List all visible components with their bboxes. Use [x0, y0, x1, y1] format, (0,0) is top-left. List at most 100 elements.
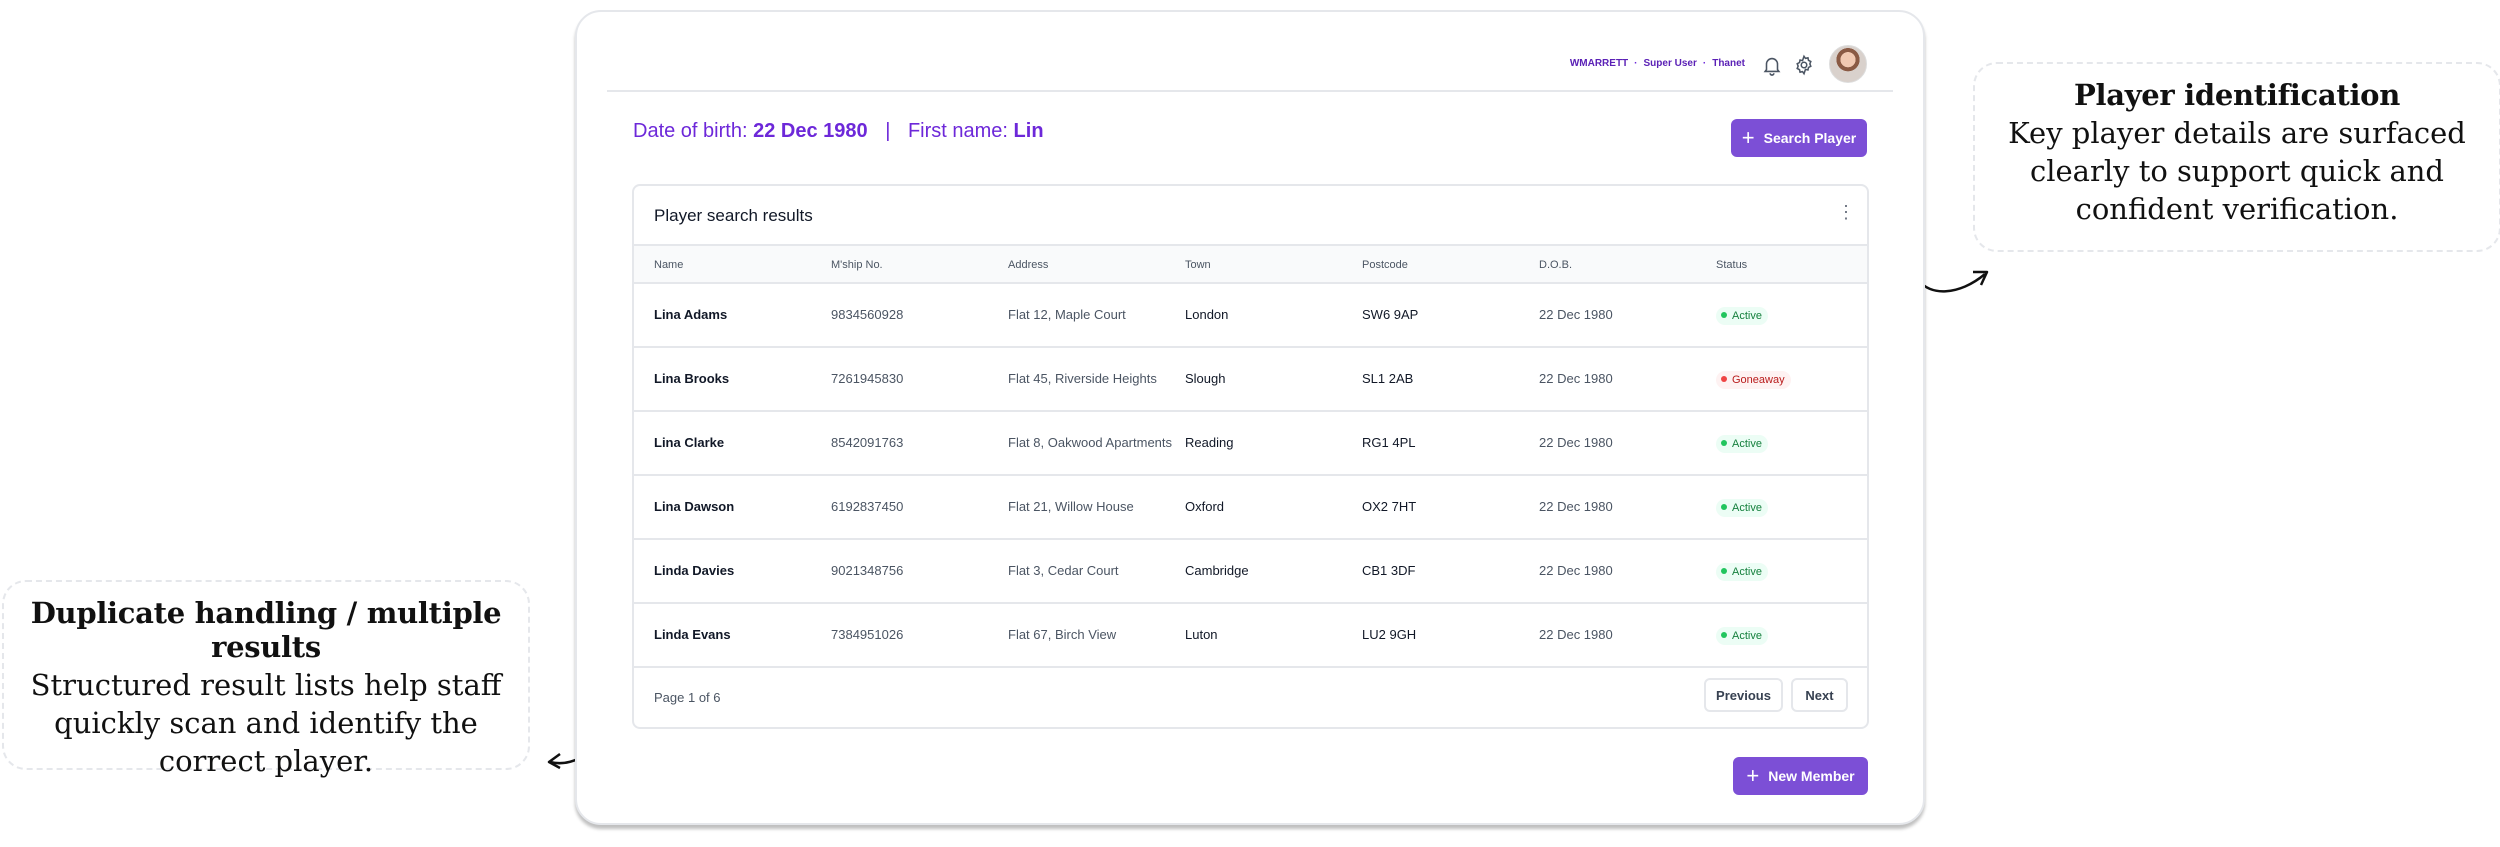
user-site: Thanet	[1712, 58, 1745, 69]
cell-status: Active	[1716, 476, 1768, 538]
status-badge: Active	[1716, 306, 1768, 325]
cell-name: Linda Evans	[654, 627, 731, 642]
plus-icon: +	[1741, 125, 1755, 150]
cell-town: Reading	[1185, 435, 1234, 450]
first-name-value: Lin	[1013, 120, 1044, 142]
status-text: Active	[1732, 501, 1762, 514]
gear-icon[interactable]	[1793, 54, 1815, 76]
cell-town: Oxford	[1185, 499, 1225, 514]
cell-town: Slough	[1185, 371, 1226, 386]
column-header-dob: D.O.B.	[1539, 259, 1573, 271]
app-window: WMARRETT · Super User · Thanet Date of birth…	[575, 10, 1925, 825]
cell-membership: 7261945830	[831, 371, 904, 386]
status-badge: Active	[1716, 562, 1768, 581]
cell-membership: 9834560928	[831, 307, 904, 322]
status-text: Active	[1732, 437, 1762, 450]
user-info: WMARRETT · Super User · Thanet	[1569, 58, 1745, 69]
cell-dob: 22 Dec 1980	[1539, 627, 1613, 642]
cell-address: Flat 3, Cedar Court	[1008, 563, 1119, 578]
annotation-body: Structured result lists help staff quick…	[30, 668, 502, 778]
username: WMARRETT	[1569, 58, 1629, 69]
annotation-body: Key player details are surfaced clearly …	[2008, 116, 2466, 226]
cell-address: Flat 21, Willow House	[1008, 499, 1134, 514]
cell-address: Flat 67, Birch View	[1008, 627, 1117, 642]
annotation-duplicate-handling: Duplicate handling / multiple results St…	[2, 580, 530, 778]
top-bar: WMARRETT · Super User · Thanet	[607, 12, 1893, 92]
cell-postcode: SL1 2AB	[1362, 371, 1414, 386]
cell-dob: 22 Dec 1980	[1539, 307, 1613, 322]
cell-dob: 22 Dec 1980	[1539, 435, 1613, 450]
table-row[interactable]: Linda Evans 7384951026 Flat 67, Birch Vi…	[634, 604, 1867, 668]
cell-address: Flat 45, Riverside Heights	[1008, 371, 1157, 386]
cell-dob: 22 Dec 1980	[1539, 371, 1613, 386]
cell-status: Active	[1716, 540, 1768, 602]
column-header-postcode: Postcode	[1362, 259, 1408, 271]
annotation-arrow-icon	[1917, 270, 1989, 293]
next-button[interactable]: Next	[1791, 678, 1848, 712]
cell-postcode: SW6 9AP	[1362, 307, 1419, 322]
column-header-name: Name	[654, 259, 684, 271]
column-header-address: Address	[1008, 259, 1049, 271]
cell-membership: 9021348756	[831, 563, 904, 578]
column-header-membership: M'ship No.	[831, 259, 883, 271]
cell-postcode: CB1 3DF	[1362, 563, 1416, 578]
status-badge: Active	[1716, 434, 1768, 453]
panel-title: Player search results	[654, 206, 813, 225]
cell-dob: 22 Dec 1980	[1539, 563, 1613, 578]
previous-button[interactable]: Previous	[1704, 678, 1783, 712]
status-badge: Active	[1716, 626, 1768, 645]
cell-town: London	[1185, 307, 1229, 322]
cell-address: Flat 12, Maple Court	[1008, 307, 1126, 322]
plus-icon: +	[1746, 763, 1760, 788]
cell-name: Linda Davies	[654, 563, 735, 578]
cell-dob: 22 Dec 1980	[1539, 499, 1613, 514]
new-member-label: New Member	[1768, 768, 1855, 784]
table-row[interactable]: Lina Brooks 7261945830 Flat 45, Riversid…	[634, 348, 1867, 412]
column-header-town: Town	[1185, 259, 1211, 271]
first-name-label: First name:	[907, 120, 1008, 142]
cell-town: Luton	[1185, 627, 1218, 642]
annotation-player-identification: Player identification Key player details…	[1973, 62, 2500, 252]
cell-membership: 8542091763	[831, 435, 904, 450]
status-badge: Active	[1716, 498, 1768, 517]
cell-postcode: OX2 7HT	[1362, 499, 1417, 514]
annotation-title: Player identification	[2073, 78, 2400, 112]
dob-value: 22 Dec 1980	[753, 120, 868, 142]
cell-address: Flat 8, Oakwood Apartments	[1008, 435, 1173, 450]
table-header: Name M'ship No. Address Town Postcode D.…	[634, 244, 1867, 284]
table-row[interactable]: Lina Clarke 8542091763 Flat 8, Oakwood A…	[634, 412, 1867, 476]
cell-status: Active	[1716, 412, 1768, 474]
criteria-separator: |	[885, 120, 891, 142]
cell-name: Lina Brooks	[654, 371, 730, 386]
search-criteria: Date of birth: 22 Dec 1980 | First name:…	[633, 120, 1044, 143]
user-role: Super User	[1643, 58, 1697, 69]
status-text: Goneaway	[1732, 373, 1785, 386]
cell-name: Lina Clarke	[654, 435, 725, 450]
pagination-info: Page 1 of 6	[654, 690, 721, 705]
cell-town: Cambridge	[1185, 563, 1249, 578]
cell-status: Active	[1716, 284, 1768, 346]
cell-status: Active	[1716, 604, 1768, 666]
kebab-menu-icon[interactable]: ⋮	[1837, 202, 1855, 223]
table-row[interactable]: Linda Davies 9021348756 Flat 3, Cedar Co…	[634, 540, 1867, 604]
search-player-label: Search Player	[1763, 130, 1857, 146]
status-text: Active	[1732, 629, 1762, 642]
bell-icon[interactable]	[1761, 54, 1783, 76]
cell-name: Lina Adams	[654, 307, 728, 322]
cell-membership: 6192837450	[831, 499, 904, 514]
cell-postcode: LU2 9GH	[1362, 627, 1417, 642]
status-text: Active	[1732, 565, 1762, 578]
status-text: Active	[1732, 309, 1762, 322]
cell-name: Lina Dawson	[654, 499, 735, 514]
table-row[interactable]: Lina Adams 9834560928 Flat 12, Maple Cou…	[634, 284, 1867, 348]
avatar[interactable]	[1829, 45, 1867, 83]
search-player-button[interactable]: + Search Player	[1731, 119, 1867, 157]
column-header-status: Status	[1716, 259, 1748, 271]
new-member-button[interactable]: + New Member	[1733, 757, 1868, 795]
dob-label: Date of birth:	[633, 120, 748, 142]
table-row[interactable]: Lina Dawson 6192837450 Flat 21, Willow H…	[634, 476, 1867, 540]
cell-postcode: RG1 4PL	[1362, 435, 1416, 450]
results-panel: Player search results ⋮ Name M'ship No. …	[632, 184, 1869, 729]
cell-membership: 7384951026	[831, 627, 904, 642]
status-badge: Goneaway	[1716, 370, 1791, 389]
